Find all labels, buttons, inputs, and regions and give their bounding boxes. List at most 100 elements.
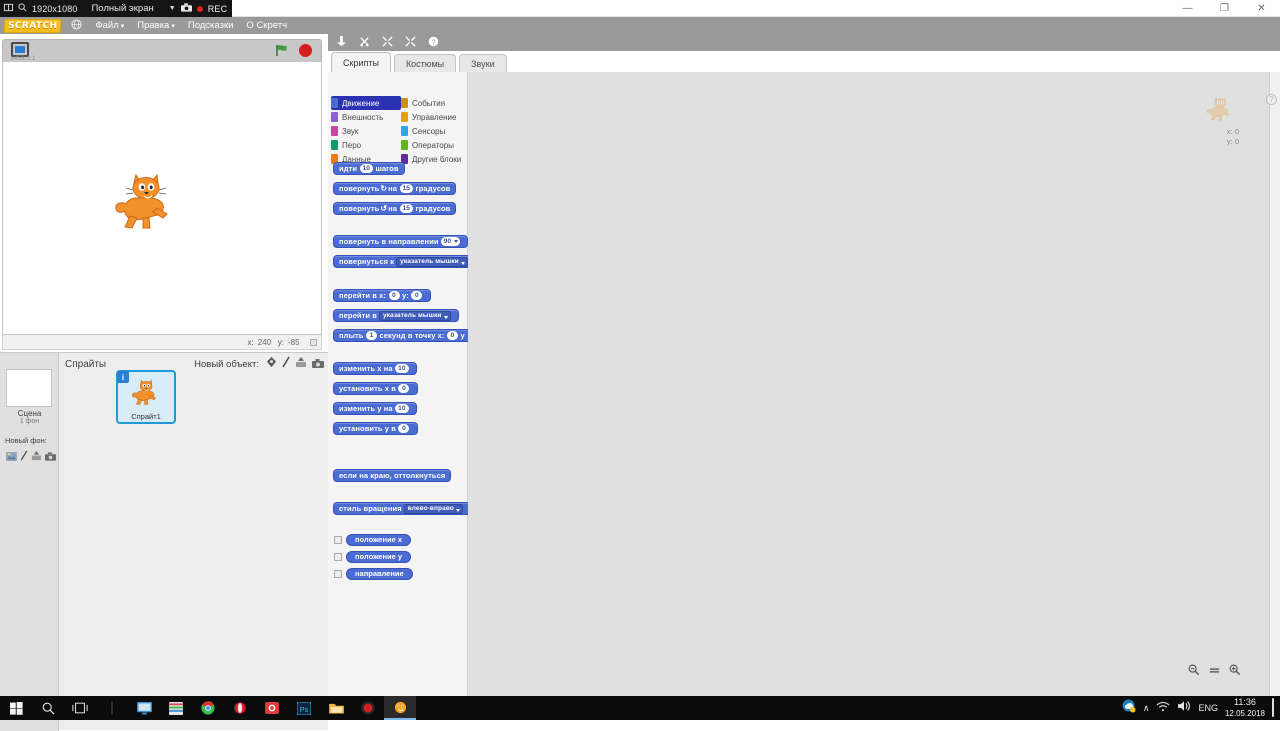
taskbar-app-camera[interactable] bbox=[256, 696, 288, 720]
taskbar-app-files[interactable] bbox=[160, 696, 192, 720]
block-input-x[interactable]: 0 bbox=[389, 291, 400, 300]
grow-icon[interactable] bbox=[382, 34, 393, 52]
recorder-zoom-icon[interactable] bbox=[18, 3, 27, 14]
block-move-steps[interactable]: идти 10 шагов bbox=[333, 162, 405, 175]
zoom-in-icon[interactable] bbox=[1229, 664, 1241, 679]
menu-item-file[interactable]: Файл▾ bbox=[95, 20, 124, 31]
brush-icon[interactable] bbox=[282, 355, 290, 373]
menu-item-edit[interactable]: Правка▾ bbox=[137, 20, 175, 31]
paint-icon[interactable] bbox=[20, 448, 28, 466]
category-operators[interactable]: Операторы bbox=[401, 138, 468, 152]
category-looks[interactable]: Внешность bbox=[331, 110, 401, 124]
zoom-reset-icon[interactable] bbox=[1209, 665, 1220, 679]
tab-scripts[interactable]: Скрипты bbox=[331, 52, 391, 72]
fullscreen-icon[interactable] bbox=[11, 42, 29, 57]
task-view-icon[interactable] bbox=[64, 696, 96, 720]
reporter-checkbox-direction[interactable] bbox=[334, 570, 342, 578]
windows-start-icon[interactable] bbox=[0, 696, 32, 720]
category-motion[interactable]: Движение bbox=[331, 96, 401, 110]
tab-costumes[interactable]: Костюмы bbox=[394, 54, 456, 72]
globe-icon[interactable] bbox=[71, 19, 82, 33]
scratch-logo[interactable]: SCRATCH bbox=[4, 19, 62, 33]
block-glide-to-xy[interactable]: плыть 1 секунд в точку x: 0 y bbox=[333, 329, 468, 342]
block-input-x[interactable]: 0 bbox=[447, 331, 458, 340]
recorder-mode[interactable]: Полный экран bbox=[91, 3, 153, 14]
block-dropdown-target[interactable]: указатель мышки bbox=[396, 257, 468, 267]
stage-thumbnail[interactable] bbox=[6, 369, 52, 407]
zoom-out-icon[interactable] bbox=[1188, 664, 1200, 679]
category-events[interactable]: События bbox=[401, 96, 468, 110]
taskbar-app-monitor[interactable] bbox=[128, 696, 160, 720]
upload-icon[interactable] bbox=[31, 448, 42, 466]
help-icon[interactable]: ? bbox=[428, 34, 439, 52]
stage-sprite-cat[interactable] bbox=[113, 174, 183, 232]
block-set-x-to[interactable]: установить x в 0 bbox=[333, 382, 418, 395]
tab-sounds[interactable]: Звуки bbox=[459, 54, 506, 72]
taskbar-app-chrome[interactable] bbox=[192, 696, 224, 720]
taskbar-app-photoshop[interactable]: Ps bbox=[288, 696, 320, 720]
block-set-y-to[interactable]: установить y в 0 bbox=[333, 422, 418, 435]
onedrive-icon[interactable] bbox=[1122, 699, 1136, 718]
camera-icon[interactable] bbox=[45, 448, 56, 466]
menu-item-tips[interactable]: Подсказки bbox=[188, 20, 234, 31]
stage-selector-column[interactable]: Сцена 1 фон Новый фон: bbox=[0, 353, 59, 731]
recorder-window-icon[interactable] bbox=[4, 3, 13, 14]
stage-canvas[interactable] bbox=[2, 61, 322, 335]
block-point-towards[interactable]: повернуться к указатель мышки bbox=[333, 255, 468, 268]
reporter-direction[interactable]: направление bbox=[346, 568, 413, 580]
category-control[interactable]: Управление bbox=[401, 110, 468, 124]
block-set-rotation-style[interactable]: стиль вращения влево-вправо bbox=[333, 502, 468, 515]
block-input-y[interactable]: 0 bbox=[411, 291, 422, 300]
block-input-value[interactable]: 10 bbox=[395, 404, 408, 413]
category-sound[interactable]: Звук bbox=[331, 124, 401, 138]
maximize-button[interactable]: ❐ bbox=[1206, 0, 1243, 17]
sprite-info-badge[interactable]: i bbox=[117, 371, 129, 383]
block-input-secs[interactable]: 1 bbox=[366, 331, 377, 340]
block-point-in-direction[interactable]: повернуть в направлении 90 bbox=[333, 235, 468, 248]
shrink-icon[interactable] bbox=[405, 34, 416, 52]
block-input-steps[interactable]: 10 bbox=[360, 164, 373, 173]
menu-item-about[interactable]: О Скретч bbox=[246, 20, 287, 31]
block-dropdown-rotation-style[interactable]: влево-вправо bbox=[404, 504, 463, 514]
cut-icon[interactable] bbox=[359, 34, 370, 52]
rec-label[interactable]: REC bbox=[208, 4, 228, 14]
block-input-value[interactable]: 10 bbox=[395, 364, 408, 373]
block-input-value[interactable]: 0 bbox=[398, 424, 409, 433]
sprite-item-1[interactable]: i Спрайт1 bbox=[116, 370, 176, 424]
reporter-x-position[interactable]: положение x bbox=[346, 534, 411, 546]
minimize-button[interactable]: — bbox=[1169, 0, 1206, 17]
paint-icon[interactable] bbox=[266, 355, 277, 373]
reporter-checkbox-x[interactable] bbox=[334, 536, 342, 544]
image-icon[interactable] bbox=[6, 448, 17, 466]
volume-icon[interactable] bbox=[1177, 699, 1191, 717]
green-flag-icon[interactable] bbox=[275, 44, 289, 57]
category-pen[interactable]: Перо bbox=[331, 138, 401, 152]
reporter-y-position[interactable]: положение y bbox=[346, 551, 411, 563]
upload-icon[interactable] bbox=[295, 355, 307, 373]
camera-icon[interactable] bbox=[181, 3, 192, 14]
block-change-y-by[interactable]: изменить y на 10 bbox=[333, 402, 417, 415]
resize-grip[interactable] bbox=[310, 339, 317, 346]
script-canvas[interactable]: x: 0 y: 0 bbox=[468, 72, 1270, 696]
reporter-checkbox-y[interactable] bbox=[334, 553, 342, 561]
block-turn-left[interactable]: повернуть ↺ на 15 градусов bbox=[333, 202, 456, 215]
wifi-icon[interactable] bbox=[1156, 699, 1170, 717]
block-change-x-by[interactable]: изменить x на 10 bbox=[333, 362, 417, 375]
block-go-to-target[interactable]: перейти в указатель мышки bbox=[333, 309, 459, 322]
stamp-icon[interactable] bbox=[336, 34, 347, 52]
block-input-degrees[interactable]: 15 bbox=[400, 204, 413, 213]
notification-icon[interactable] bbox=[1272, 699, 1274, 717]
block-input-value[interactable]: 0 bbox=[398, 384, 409, 393]
recorder-dropdown-icon[interactable]: ▼ bbox=[169, 5, 176, 12]
block-turn-right[interactable]: повернуть ↻ на 15 градусов bbox=[333, 182, 456, 195]
category-sensing[interactable]: Сенсоры bbox=[401, 124, 468, 138]
block-if-on-edge-bounce[interactable]: если на краю, оттолкнуться bbox=[333, 469, 451, 482]
taskbar-app-opera[interactable] bbox=[224, 696, 256, 720]
tray-language[interactable]: ENG bbox=[1198, 703, 1218, 713]
camera-icon[interactable] bbox=[312, 355, 324, 373]
taskbar-clock[interactable]: 11:36 12.05.2018 bbox=[1225, 697, 1265, 719]
question-mark-icon[interactable]: ? bbox=[1266, 94, 1277, 105]
block-go-to-xy[interactable]: перейти в x: 0 y: 0 bbox=[333, 289, 431, 302]
close-button[interactable]: ✕ bbox=[1243, 0, 1280, 17]
search-icon[interactable] bbox=[32, 696, 64, 720]
